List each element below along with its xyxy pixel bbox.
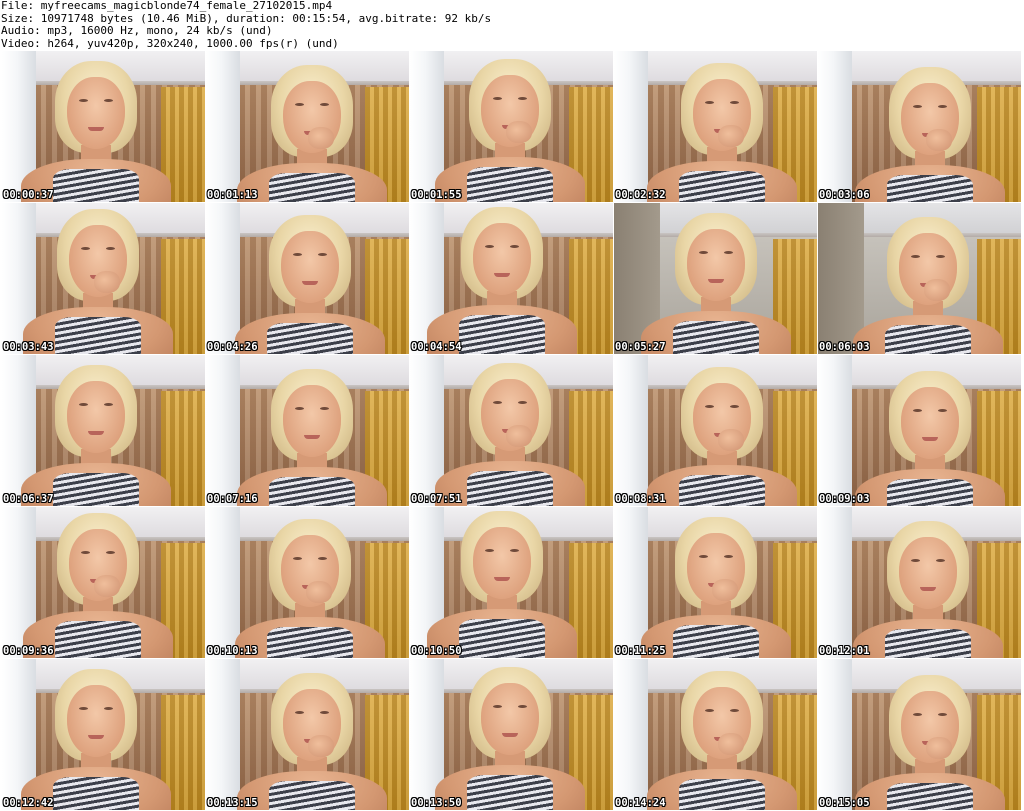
thumbnail-timestamp: 00:04:54 xyxy=(411,341,462,353)
video-thumbnail[interactable]: 00:15:05 xyxy=(818,659,1021,810)
video-frame-image xyxy=(206,355,409,506)
video-frame-image xyxy=(2,203,205,354)
thumbnail-timestamp: 00:04:26 xyxy=(207,341,258,353)
thumbnail-timestamp: 00:06:03 xyxy=(819,341,870,353)
video-frame-image xyxy=(614,51,817,202)
video-thumbnail[interactable]: 00:03:43 xyxy=(2,203,205,354)
video-frame-image xyxy=(410,355,613,506)
video-thumbnail[interactable]: 00:09:36 xyxy=(2,507,205,658)
video-frame-image xyxy=(410,659,613,810)
video-thumbnail[interactable]: 00:05:27 xyxy=(614,203,817,354)
video-frame-image xyxy=(818,355,1021,506)
video-frame-image xyxy=(2,51,205,202)
video-thumbnail[interactable]: 00:06:37 xyxy=(2,355,205,506)
video-thumbnail[interactable]: 00:10:13 xyxy=(206,507,409,658)
thumbnail-timestamp: 00:14:24 xyxy=(615,797,666,809)
video-thumbnail[interactable]: 00:04:26 xyxy=(206,203,409,354)
video-thumbnail[interactable]: 00:03:06 xyxy=(818,51,1021,202)
video-thumbnail[interactable]: 00:08:31 xyxy=(614,355,817,506)
video-thumbnail[interactable]: 00:14:24 xyxy=(614,659,817,810)
video-frame-image xyxy=(818,659,1021,810)
thumbnail-timestamp: 00:06:37 xyxy=(3,493,54,505)
video-thumbnail[interactable]: 00:01:55 xyxy=(410,51,613,202)
video-frame-image xyxy=(2,659,205,810)
thumbnail-timestamp: 00:09:03 xyxy=(819,493,870,505)
thumbnail-timestamp: 00:08:31 xyxy=(615,493,666,505)
video-frame-image xyxy=(206,507,409,658)
video-frame-image xyxy=(2,507,205,658)
thumbnail-timestamp: 00:13:15 xyxy=(207,797,258,809)
video-thumbnail[interactable]: 00:07:51 xyxy=(410,355,613,506)
thumbnail-timestamp: 00:01:13 xyxy=(207,189,258,201)
video-frame-image xyxy=(614,203,817,354)
video-frame-image xyxy=(410,507,613,658)
video-thumbnail[interactable]: 00:04:54 xyxy=(410,203,613,354)
thumbnail-timestamp: 00:12:01 xyxy=(819,645,870,657)
video-thumbnail[interactable]: 00:13:50 xyxy=(410,659,613,810)
thumbnail-timestamp: 00:05:27 xyxy=(615,341,666,353)
audio-info-line: Audio: mp3, 16000 Hz, mono, 24 kb/s (und… xyxy=(1,24,273,37)
video-thumbnail[interactable]: 00:06:03 xyxy=(818,203,1021,354)
thumbnail-timestamp: 00:03:43 xyxy=(3,341,54,353)
thumbnail-timestamp: 00:13:50 xyxy=(411,797,462,809)
video-frame-image xyxy=(206,203,409,354)
file-info-header: File: myfreecams_magicblonde74_female_27… xyxy=(1,0,1021,50)
thumbnail-grid: 00:00:37 00:01:13 00:01:55 00:02:32 00:0… xyxy=(2,51,1021,810)
thumbnail-timestamp: 00:03:06 xyxy=(819,189,870,201)
thumbnail-timestamp: 00:09:36 xyxy=(3,645,54,657)
video-frame-image xyxy=(2,355,205,506)
video-thumbnail[interactable]: 00:13:15 xyxy=(206,659,409,810)
thumbnail-timestamp: 00:15:05 xyxy=(819,797,870,809)
thumbnail-timestamp: 00:10:13 xyxy=(207,645,258,657)
thumbnail-timestamp: 00:07:51 xyxy=(411,493,462,505)
video-frame-image xyxy=(410,51,613,202)
video-thumbnail[interactable]: 00:12:42 xyxy=(2,659,205,810)
video-frame-image xyxy=(614,659,817,810)
thumbnail-timestamp: 00:01:55 xyxy=(411,189,462,201)
video-frame-image xyxy=(818,507,1021,658)
video-thumbnail[interactable]: 00:10:50 xyxy=(410,507,613,658)
video-frame-image xyxy=(206,51,409,202)
video-thumbnail[interactable]: 00:00:37 xyxy=(2,51,205,202)
video-thumbnail[interactable]: 00:01:13 xyxy=(206,51,409,202)
thumbnail-timestamp: 00:07:16 xyxy=(207,493,258,505)
video-frame-image xyxy=(818,51,1021,202)
video-thumbnail[interactable]: 00:12:01 xyxy=(818,507,1021,658)
video-info-line: Video: h264, yuv420p, 320x240, 1000.00 f… xyxy=(1,36,339,50)
video-frame-image xyxy=(614,355,817,506)
thumbnail-timestamp: 00:02:32 xyxy=(615,189,666,201)
thumbnail-timestamp: 00:12:42 xyxy=(3,797,54,809)
thumbnail-timestamp: 00:00:37 xyxy=(3,189,54,201)
video-frame-image xyxy=(614,507,817,658)
video-frame-image xyxy=(410,203,613,354)
video-thumbnail[interactable]: 00:02:32 xyxy=(614,51,817,202)
thumbnail-timestamp: 00:11:25 xyxy=(615,645,666,657)
video-frame-image xyxy=(206,659,409,810)
video-thumbnail[interactable]: 00:07:16 xyxy=(206,355,409,506)
video-frame-image xyxy=(818,203,1021,354)
video-thumbnail[interactable]: 00:11:25 xyxy=(614,507,817,658)
video-thumbnail[interactable]: 00:09:03 xyxy=(818,355,1021,506)
file-name-line: File: myfreecams_magicblonde74_female_27… xyxy=(1,0,333,12)
thumbnail-timestamp: 00:10:50 xyxy=(411,645,462,657)
